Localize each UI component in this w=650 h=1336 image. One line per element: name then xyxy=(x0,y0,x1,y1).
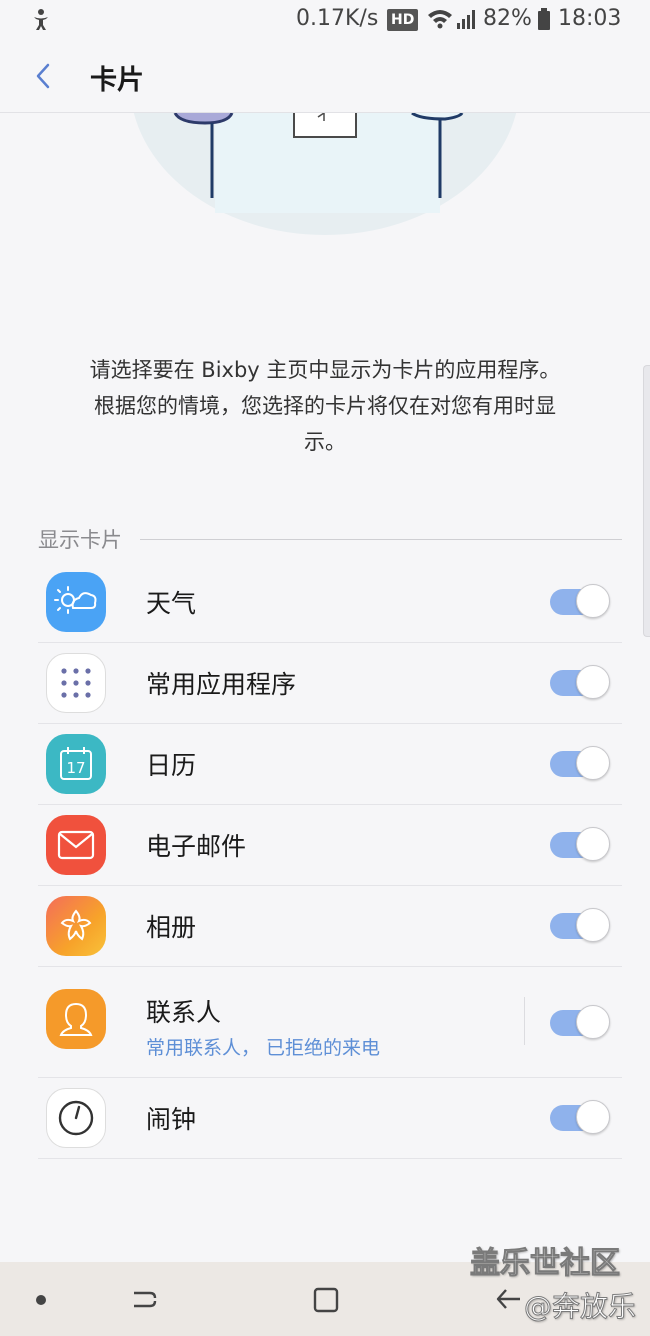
card-row-calendar[interactable]: 17 日历 xyxy=(38,724,622,805)
gallery-toggle[interactable] xyxy=(550,908,610,942)
contacts-toggle[interactable] xyxy=(550,1005,610,1039)
card-row-frequent-apps[interactable]: 常用应用程序 xyxy=(38,643,622,724)
accessibility-icon xyxy=(30,8,52,36)
recent-apps-icon[interactable] xyxy=(130,1284,160,1318)
email-icon xyxy=(46,815,106,875)
wifi-icon xyxy=(427,8,453,34)
card-row-gallery[interactable]: 相册 xyxy=(38,886,622,967)
hd-badge: HD xyxy=(387,9,419,31)
back-button[interactable] xyxy=(28,60,60,92)
email-toggle[interactable] xyxy=(550,827,610,861)
card-row-alarm[interactable]: 闹钟 xyxy=(38,1078,622,1159)
card-title: 联系人 xyxy=(146,998,222,1027)
clock-time: 18:03 xyxy=(558,6,622,31)
watermark-handle: @奔放乐 xyxy=(523,1290,637,1324)
apps-grid-icon xyxy=(46,653,106,713)
card-title: 日历 xyxy=(146,751,197,780)
back-icon[interactable] xyxy=(494,1284,524,1318)
card-title: 闹钟 xyxy=(146,1105,197,1134)
page-title: 卡片 xyxy=(90,65,144,96)
card-title: 电子邮件 xyxy=(146,832,247,861)
card-title: 天气 xyxy=(146,589,197,618)
card-row-email[interactable]: 电子邮件 xyxy=(38,805,622,886)
calendar-day: 17 xyxy=(66,759,85,777)
card-title: 常用应用程序 xyxy=(146,670,297,699)
battery-icon xyxy=(537,8,551,34)
app-bar: 卡片 xyxy=(0,40,650,113)
watermark-title: 盖乐世社区 xyxy=(470,1246,621,1282)
dot-icon[interactable] xyxy=(36,1295,46,1305)
card-row-contacts[interactable]: 联系人 常用联系人， 已拒绝的来电 xyxy=(38,967,622,1078)
description-text: 请选择要在 Bixby 主页中显示为卡片的应用程序。根据您的情境，您选择的卡片将… xyxy=(89,358,561,454)
card-row-weather[interactable]: 天气 xyxy=(38,562,622,643)
card-subtitle: 常用联系人， 已拒绝的来电 xyxy=(146,1037,381,1059)
section-divider xyxy=(140,539,622,540)
alarm-toggle[interactable] xyxy=(550,1100,610,1134)
contacts-icon xyxy=(46,989,106,1049)
weather-toggle[interactable] xyxy=(550,584,610,618)
calendar-toggle[interactable] xyxy=(550,746,610,780)
gallery-icon xyxy=(46,896,106,956)
card-title: 相册 xyxy=(146,913,197,942)
status-bar: 0.17K/s HD 82% 18:03 xyxy=(0,0,650,40)
network-speed: 0.17K/s xyxy=(296,6,379,31)
clock-icon xyxy=(46,1088,106,1148)
chevron-left-icon xyxy=(36,63,50,89)
card-list: 天气 常用应用程序 17 日历 电子邮件 相册 联系人 常用联系人， 已拒绝的来… xyxy=(0,562,650,1159)
home-icon[interactable] xyxy=(312,1286,340,1318)
signal-icon xyxy=(455,8,479,34)
header-illustration xyxy=(0,113,650,253)
vertical-divider xyxy=(524,997,525,1045)
scroll-indicator[interactable] xyxy=(643,365,650,637)
weather-icon xyxy=(46,572,106,632)
calendar-icon: 17 xyxy=(46,734,106,794)
battery-percent: 82% xyxy=(483,6,532,31)
frequent-apps-toggle[interactable] xyxy=(550,665,610,699)
section-header: 显示卡片 xyxy=(38,528,122,552)
